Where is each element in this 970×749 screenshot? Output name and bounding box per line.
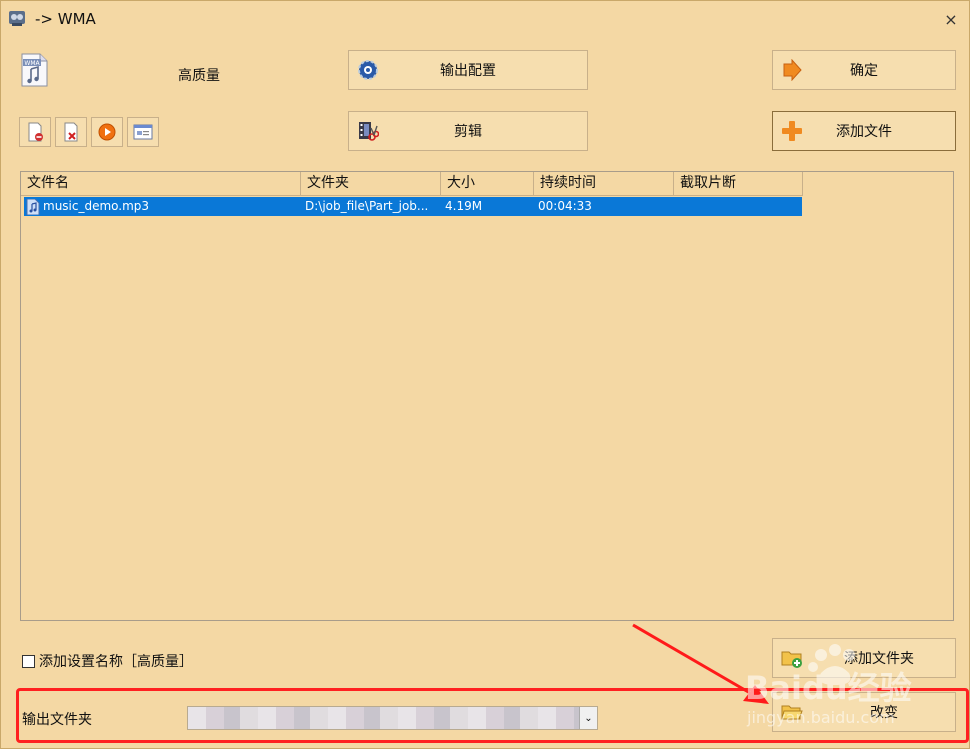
media-info-button[interactable] [127, 117, 159, 147]
output-folder-label: 输出文件夹 [22, 712, 92, 728]
cell-size: 4.19M [445, 199, 483, 213]
change-button[interactable]: 改变 [772, 692, 956, 732]
close-button[interactable]: × [939, 7, 963, 31]
folder-open-icon [781, 705, 803, 720]
column-header-filename[interactable]: 文件名 [21, 172, 301, 196]
cell-clip [674, 197, 802, 216]
add-setting-name-label: 添加设置名称［高质量］ [39, 654, 193, 670]
change-label: 改变 [870, 705, 898, 721]
play-button[interactable] [91, 117, 123, 147]
clear-list-button[interactable] [55, 117, 87, 147]
combobox-dropdown-button[interactable]: ⌄ [579, 707, 597, 729]
ok-button[interactable]: 确定 [772, 50, 956, 90]
remove-file-button[interactable] [19, 117, 51, 147]
add-folder-button[interactable]: 添加文件夹 [772, 638, 956, 678]
folder-add-icon [781, 651, 802, 668]
filename-text: music_demo.mp3 [43, 199, 150, 213]
table-header: 文件名 文件夹 大小 持续时间 截取片断 [21, 172, 803, 196]
file-list[interactable]: 文件名 文件夹 大小 持续时间 截取片断 music_demo.mp3 D:\j… [20, 171, 954, 621]
plus-icon [782, 121, 802, 141]
play-icon [98, 123, 116, 141]
add-file-button[interactable]: 添加文件 [772, 111, 956, 151]
clear-list-icon [64, 122, 78, 142]
edit-label: 剪辑 [454, 124, 482, 140]
title-bar: -> WMA × [1, 1, 969, 37]
arrow-right-icon [783, 59, 802, 81]
cell-folder: D:\job_file\Part_job... [305, 199, 429, 213]
column-header-clip[interactable]: 截取片断 [674, 172, 803, 196]
media-info-icon [133, 124, 153, 140]
window-title: -> WMA [35, 10, 96, 28]
remove-file-icon [28, 122, 43, 142]
output-config-button[interactable]: 输出配置 [348, 50, 588, 90]
wma-icon-text: WMA [24, 60, 40, 67]
audio-file-icon [26, 198, 40, 215]
converter-window: -> WMA × WMA 高质量 输出配置 确定 剪辑 添加文件 文件名 文件夹… [0, 0, 970, 749]
add-folder-label: 添加文件夹 [844, 651, 914, 667]
gear-icon [358, 60, 378, 80]
output-folder-combobox[interactable]: ⌄ [187, 706, 598, 730]
edit-button[interactable]: 剪辑 [348, 111, 588, 151]
cell-filename: music_demo.mp3 [24, 197, 301, 216]
add-file-label: 添加文件 [836, 124, 892, 140]
film-scissors-icon [359, 122, 379, 141]
ok-label: 确定 [850, 63, 878, 79]
column-header-folder[interactable]: 文件夹 [301, 172, 441, 196]
wma-file-icon: WMA [21, 53, 48, 87]
cell-duration: 00:04:33 [538, 199, 592, 213]
column-header-duration[interactable]: 持续时间 [534, 172, 674, 196]
add-setting-name-option[interactable]: 添加设置名称［高质量］ [22, 651, 193, 671]
table-row[interactable]: music_demo.mp3 D:\job_file\Part_job... 4… [24, 197, 802, 216]
close-icon: × [944, 9, 958, 29]
app-icon [9, 11, 25, 26]
quality-label: 高质量 [178, 68, 220, 84]
add-setting-name-checkbox[interactable] [22, 654, 35, 668]
column-header-size[interactable]: 大小 [441, 172, 534, 196]
chevron-down-icon: ⌄ [584, 712, 593, 724]
output-config-label: 输出配置 [440, 63, 496, 79]
